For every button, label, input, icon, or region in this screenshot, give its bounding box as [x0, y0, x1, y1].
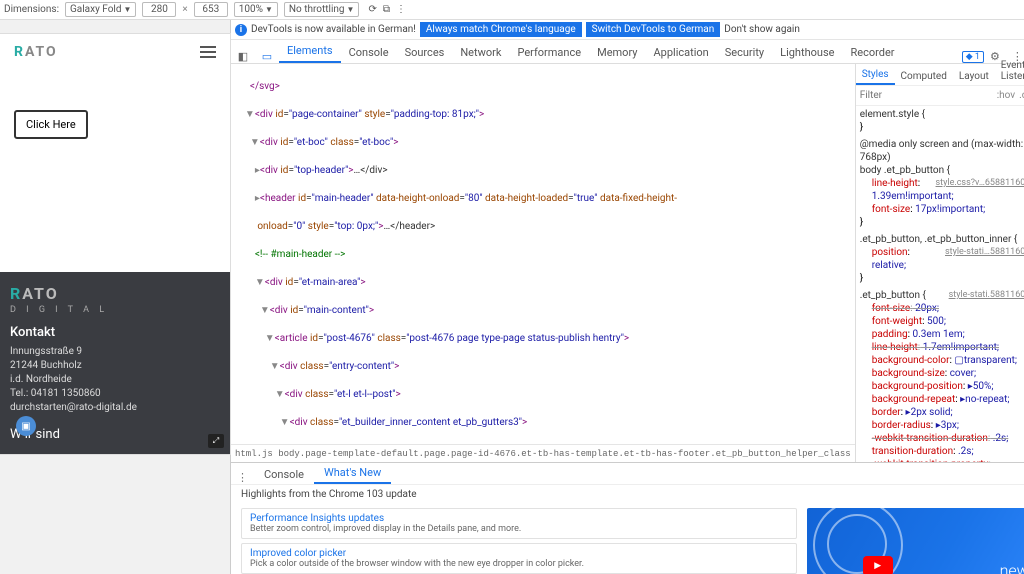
- tab-application[interactable]: Application: [645, 42, 716, 63]
- match-lang-button[interactable]: Always match Chrome's language: [420, 22, 582, 37]
- hov-toggle[interactable]: :hov: [997, 90, 1015, 101]
- devtools-tabs: ◧ ▭ Elements Console Sources Network Per…: [231, 40, 1024, 64]
- share-icon[interactable]: ⤢: [208, 434, 224, 448]
- tab-performance[interactable]: Performance: [509, 42, 589, 63]
- screenshot-icon[interactable]: ⧉: [383, 4, 390, 15]
- chat-icon[interactable]: ▣: [16, 416, 36, 436]
- tab-lighthouse[interactable]: Lighthouse: [772, 42, 842, 63]
- inspect-icon[interactable]: ◧: [231, 50, 255, 63]
- layout-tab[interactable]: Layout: [953, 68, 995, 85]
- device-mode-icon[interactable]: ▭: [255, 50, 279, 63]
- computed-tab[interactable]: Computed: [895, 68, 953, 85]
- rotate-icon[interactable]: ⟳: [368, 4, 376, 15]
- tab-sources[interactable]: Sources: [397, 42, 453, 63]
- whatsnew-video[interactable]: ▶ new: [807, 508, 1024, 574]
- tab-security[interactable]: Security: [717, 42, 772, 63]
- tab-console[interactable]: Console: [341, 42, 397, 63]
- switch-lang-button[interactable]: Switch DevTools to German: [586, 22, 721, 37]
- device-frame: RATO Click Here RATO D I G I T A L Konta…: [0, 34, 230, 454]
- dim-label: Dimensions:: [4, 4, 59, 15]
- site-footer: RATO D I G I T A L Kontakt Innungsstraße…: [0, 272, 230, 454]
- cls-toggle[interactable]: .cls: [1019, 90, 1024, 101]
- footer-line: durchstarten@rato-digital.de: [10, 402, 220, 413]
- drawer-tab-whatsnew[interactable]: What's New: [314, 463, 391, 484]
- info-icon: i: [235, 24, 247, 36]
- whatsnew-card[interactable]: Improved color picker Pick a color outsi…: [241, 543, 797, 574]
- infobar: i DevTools is now available in German! A…: [231, 20, 1024, 40]
- breadcrumb[interactable]: html.js body.page-template-default.page.…: [231, 444, 855, 462]
- click-here-button[interactable]: Click Here: [14, 110, 88, 139]
- eventlisteners-tab[interactable]: Event Listeners: [995, 57, 1024, 85]
- viewport-backdrop: RATO Click Here RATO D I G I T A L Konta…: [0, 20, 230, 574]
- width-input[interactable]: 280: [142, 2, 176, 17]
- tab-memory[interactable]: Memory: [589, 42, 645, 63]
- infobar-msg: DevTools is now available in German!: [251, 24, 416, 35]
- device-toolbar: Dimensions: Galaxy Fold▼ 280 × 653 100%▼…: [0, 0, 1024, 20]
- play-icon[interactable]: ▶: [863, 556, 893, 574]
- footer-heading: Kontakt: [10, 325, 220, 340]
- footer-digital: D I G I T A L: [10, 305, 220, 315]
- site-logo[interactable]: RATO: [14, 44, 58, 60]
- footer-logo: RATO: [10, 284, 220, 303]
- zoom-select[interactable]: 100%▼: [234, 2, 278, 17]
- dim-x: ×: [182, 4, 187, 15]
- drawer-heading: Highlights from the Chrome 103 update: [231, 485, 1024, 504]
- issues-badge[interactable]: ◆ 1: [962, 51, 984, 63]
- styles-rules[interactable]: element.style {} @media only screen and …: [856, 106, 1024, 462]
- footer-wir: W ir sind: [10, 427, 220, 442]
- more-icon[interactable]: ⋮: [396, 4, 406, 15]
- tab-elements[interactable]: Elements: [279, 40, 341, 63]
- styles-filter-input[interactable]: [860, 90, 993, 101]
- footer-line: Innungsstraße 9: [10, 346, 220, 357]
- tab-recorder[interactable]: Recorder: [842, 42, 902, 63]
- console-drawer: ⋮ Console What's New × Highlights from t…: [231, 462, 1024, 574]
- devtools: i DevTools is now available in German! A…: [230, 20, 1024, 574]
- whatsnew-card[interactable]: Performance Insights updates Better zoom…: [241, 508, 797, 539]
- throttle-select[interactable]: No throttling▼: [284, 2, 360, 17]
- footer-line: i.d. Nordheide: [10, 374, 220, 385]
- drawer-menu-icon[interactable]: ⋮: [231, 471, 254, 484]
- dom-tree[interactable]: </svg> ▼<div id="page-container" style="…: [231, 64, 855, 444]
- footer-line: Tel.: 04181 1350860: [10, 388, 220, 399]
- tab-network[interactable]: Network: [452, 42, 509, 63]
- drawer-tab-console[interactable]: Console: [254, 465, 314, 484]
- styles-panel: Styles Computed Layout Event Listeners »…: [855, 64, 1024, 462]
- dont-show-link[interactable]: Don't show again: [724, 24, 800, 35]
- video-label: new: [1000, 561, 1024, 574]
- hamburger-icon[interactable]: [200, 46, 216, 58]
- footer-line: 21244 Buchholz: [10, 360, 220, 371]
- device-select[interactable]: Galaxy Fold▼: [65, 2, 136, 17]
- styles-tab[interactable]: Styles: [856, 66, 895, 85]
- height-input[interactable]: 653: [194, 2, 228, 17]
